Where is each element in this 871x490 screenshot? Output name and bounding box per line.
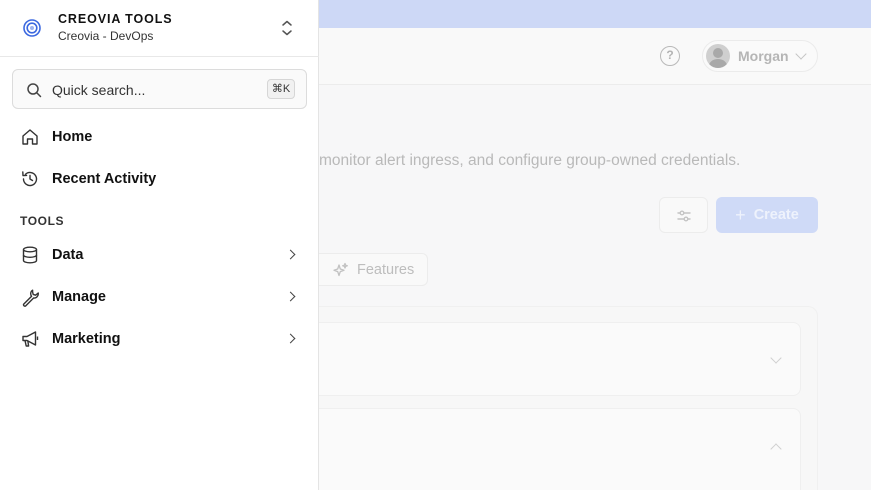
search-icon: [27, 83, 42, 98]
tab-features-label: Features: [357, 261, 415, 278]
org-switcher[interactable]: CREOVIA TOOLS Creovia - DevOps: [0, 0, 319, 57]
user-menu-button[interactable]: Morgan: [702, 40, 818, 72]
sidebar-item-label: Manage: [52, 289, 106, 305]
chevron-down-icon[interactable]: [770, 352, 782, 364]
sidebar-item-label: Recent Activity: [52, 171, 157, 187]
org-subtitle: Creovia - DevOps: [58, 29, 154, 43]
filter-button[interactable]: [659, 197, 708, 233]
quick-search-input[interactable]: Quick search... ⌘K: [12, 69, 307, 109]
home-icon: [22, 129, 38, 145]
sidebar-item-label: Data: [52, 247, 84, 263]
sidebar-item-label: Home: [52, 129, 93, 145]
create-button-label: Create: [753, 207, 799, 223]
sidebar-item-marketing[interactable]: Marketing: [12, 321, 307, 357]
sidebar-item-manage[interactable]: Manage: [12, 279, 307, 315]
database-icon: [22, 246, 38, 264]
avatar: [706, 44, 730, 68]
chevron-right-icon: [285, 333, 296, 344]
page-description: monitor alert ingress, and configure gro…: [319, 152, 741, 169]
help-icon[interactable]: ?: [660, 46, 680, 66]
history-icon: [22, 171, 38, 187]
sparkles-icon: [333, 262, 348, 276]
chevron-down-icon: [794, 48, 807, 60]
shortcut-badge: ⌘K: [267, 79, 295, 99]
chevron-right-icon: [285, 291, 296, 302]
accordion-card[interactable]: [319, 408, 801, 490]
sidebar-item-data[interactable]: Data: [12, 237, 307, 273]
sidebar: CREOVIA TOOLS Creovia - DevOps Quick sea…: [0, 0, 319, 490]
wrench-icon: [22, 289, 39, 307]
tab-features[interactable]: Features: [319, 253, 428, 286]
chevrons-up-down-icon[interactable]: [280, 19, 294, 37]
sliders-icon: [677, 210, 691, 222]
sidebar-item-home[interactable]: Home: [12, 119, 307, 155]
plus-icon: +: [735, 205, 746, 225]
user-name: Morgan: [738, 48, 789, 64]
chevron-right-icon: [285, 249, 296, 260]
create-button[interactable]: + Create: [716, 197, 818, 233]
sidebar-item-recent-activity[interactable]: Recent Activity: [12, 161, 307, 197]
sidebar-item-label: Marketing: [52, 331, 121, 347]
org-logo-icon: [23, 19, 41, 37]
accordion-card[interactable]: [319, 322, 801, 396]
search-placeholder: Quick search...: [52, 82, 146, 98]
megaphone-icon: [22, 331, 39, 347]
org-name: CREOVIA TOOLS: [58, 12, 173, 26]
section-label-tools: TOOLS: [20, 214, 65, 228]
chevron-up-icon[interactable]: [770, 443, 782, 455]
